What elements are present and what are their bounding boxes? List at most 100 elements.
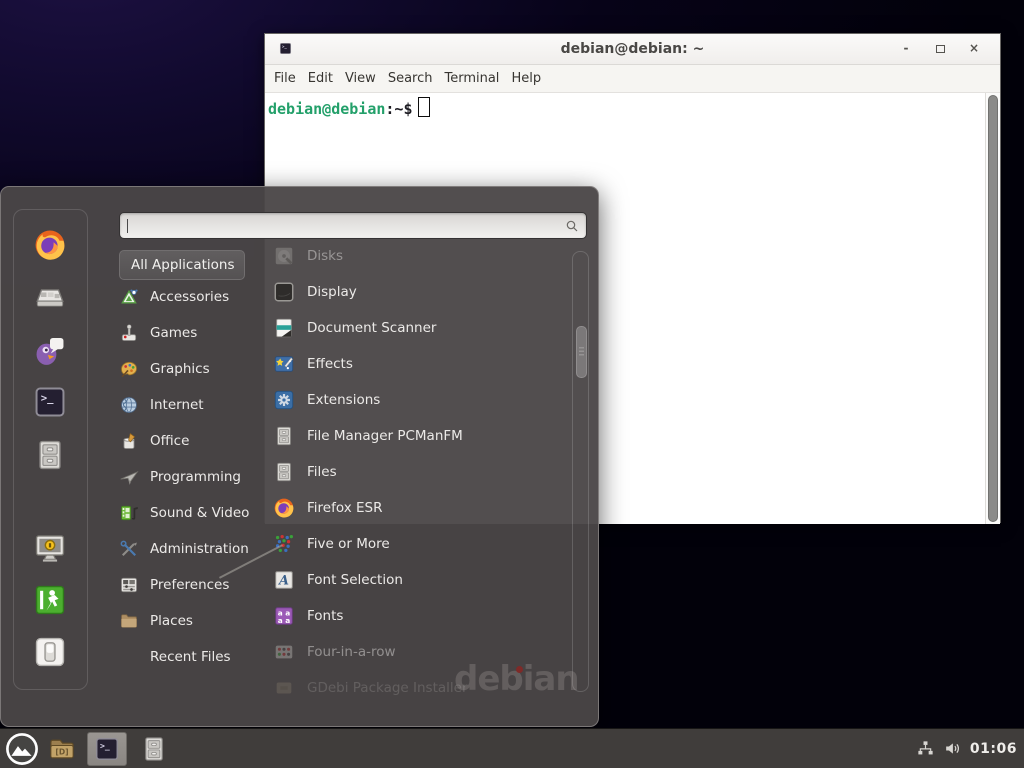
keyboard[interactable] xyxy=(33,280,67,314)
category-item[interactable]: Recent Files xyxy=(119,639,264,675)
application-item[interactable]: Five or More xyxy=(273,526,565,562)
folder-icon: [D] xyxy=(48,735,76,763)
menu-help[interactable]: Help xyxy=(511,69,541,88)
four-in-a-row-icon xyxy=(273,641,295,663)
disks-icon xyxy=(273,245,295,267)
file-manager[interactable] xyxy=(33,438,67,472)
preferences-icon xyxy=(119,575,139,595)
terminal-icon: >_ xyxy=(94,736,120,762)
clock[interactable]: 01:06 xyxy=(970,741,1017,757)
svg-text:a a: a a xyxy=(278,616,290,625)
graphics-icon xyxy=(119,359,139,379)
close-button[interactable]: × xyxy=(966,41,982,57)
menu-scrollbar[interactable] xyxy=(572,251,589,692)
application-item[interactable]: Display xyxy=(273,274,565,310)
terminal-menubar: File Edit View Search Terminal Help xyxy=(265,65,1000,93)
network-icon[interactable] xyxy=(916,739,935,758)
effects-icon xyxy=(273,353,295,375)
logout[interactable] xyxy=(33,583,67,617)
fonts-icon: a aa a xyxy=(273,605,295,627)
display-icon xyxy=(273,281,295,303)
terminal-task[interactable]: >_ xyxy=(87,732,127,766)
font-selection-icon: A xyxy=(273,569,295,591)
document-scanner-icon xyxy=(273,317,295,339)
lock-screen[interactable] xyxy=(33,531,67,565)
file-cabinet-icon xyxy=(273,425,295,447)
category-item[interactable]: Programming xyxy=(119,459,264,495)
search-input[interactable] xyxy=(119,212,587,239)
menu-file[interactable]: File xyxy=(274,69,296,88)
volume-icon[interactable] xyxy=(943,739,962,758)
category-item[interactable]: Graphics xyxy=(119,351,264,387)
category-item[interactable]: Games xyxy=(119,315,264,351)
application-item[interactable]: Four-in-a-row xyxy=(273,634,565,670)
application-item[interactable]: File Manager PCManFM xyxy=(273,418,565,454)
minimize-button[interactable]: - xyxy=(898,41,914,57)
application-list: Disks Display Document Scanner Effects E… xyxy=(273,238,565,706)
application-item[interactable]: A Font Selection xyxy=(273,562,565,598)
application-item[interactable]: Extensions xyxy=(273,382,565,418)
taskbar-launchers: [D] >_ xyxy=(0,732,179,766)
text-caret xyxy=(127,219,128,233)
terminal-titlebar[interactable]: >_ debian@debian: ~ - × xyxy=(265,34,1000,65)
category-item[interactable]: Internet xyxy=(119,387,264,423)
keyboard-icon xyxy=(33,280,67,314)
terminal-icon: >_ xyxy=(33,385,67,419)
file-manager-task[interactable]: [D] xyxy=(47,734,77,764)
menu-scrollbar-thumb[interactable] xyxy=(576,326,587,378)
sound-video-icon xyxy=(119,503,139,523)
menu-view[interactable]: View xyxy=(345,69,376,88)
firefox-icon xyxy=(273,497,295,519)
category-item[interactable]: Preferences xyxy=(119,567,264,603)
menu-button[interactable] xyxy=(5,732,39,766)
file-cabinet-icon xyxy=(140,735,168,763)
category-item[interactable]: Sound & Video xyxy=(119,495,264,531)
file-cabinet-icon xyxy=(33,438,67,472)
extensions-icon xyxy=(273,389,295,411)
application-item[interactable]: Effects xyxy=(273,346,565,382)
five-or-more-icon xyxy=(273,533,295,555)
terminal[interactable]: >_ xyxy=(33,385,67,419)
maximize-button[interactable] xyxy=(932,41,948,57)
category-item[interactable]: Office xyxy=(119,423,264,459)
blank-icon xyxy=(119,647,139,667)
terminal-scrollbar-thumb[interactable] xyxy=(988,95,998,522)
taskbar: [D] >_ 01:06 xyxy=(0,728,1024,768)
search-icon xyxy=(564,218,580,234)
application-menu: debian >_ xyxy=(0,186,599,727)
prompt-user-host: debian@debian xyxy=(268,100,385,118)
application-item[interactable]: a aa a Fonts xyxy=(273,598,565,634)
shutdown-icon xyxy=(33,635,67,669)
category-item[interactable]: Places xyxy=(119,603,264,639)
menu-edit[interactable]: Edit xyxy=(308,69,333,88)
file-cabinet-icon xyxy=(273,461,295,483)
start-icon xyxy=(5,732,39,766)
accessories-icon xyxy=(119,287,139,307)
application-item[interactable]: Disks xyxy=(273,238,565,274)
svg-text:A: A xyxy=(278,574,289,589)
firefox[interactable] xyxy=(33,228,67,262)
pidgin[interactable] xyxy=(33,333,67,367)
desktop: >_ debian@debian: ~ - × File Edit View S… xyxy=(0,0,1024,768)
menu-search[interactable]: Search xyxy=(388,69,433,88)
system-tray: 01:06 xyxy=(916,739,1024,758)
shutdown[interactable] xyxy=(33,635,67,669)
application-item[interactable]: GDebi Package Installer xyxy=(273,670,565,706)
category-item[interactable]: Administration xyxy=(119,531,264,567)
lock-screen-icon xyxy=(33,531,67,565)
svg-text:[D]: [D] xyxy=(55,747,68,756)
firefox-icon xyxy=(33,228,67,262)
filter-all-applications[interactable]: All Applications xyxy=(119,250,245,280)
application-item[interactable]: Files xyxy=(273,454,565,490)
terminal-scrollbar[interactable] xyxy=(985,93,1000,524)
category-item[interactable]: Accessories xyxy=(119,279,264,315)
svg-text:>_: >_ xyxy=(100,740,110,750)
menu-terminal[interactable]: Terminal xyxy=(444,69,499,88)
files-task[interactable] xyxy=(139,734,169,764)
office-icon xyxy=(119,431,139,451)
places-icon xyxy=(119,611,139,631)
application-item[interactable]: Firefox ESR xyxy=(273,490,565,526)
prompt-suffix: :~$ xyxy=(385,100,412,118)
svg-text:>_: >_ xyxy=(41,391,54,404)
application-item[interactable]: Document Scanner xyxy=(273,310,565,346)
